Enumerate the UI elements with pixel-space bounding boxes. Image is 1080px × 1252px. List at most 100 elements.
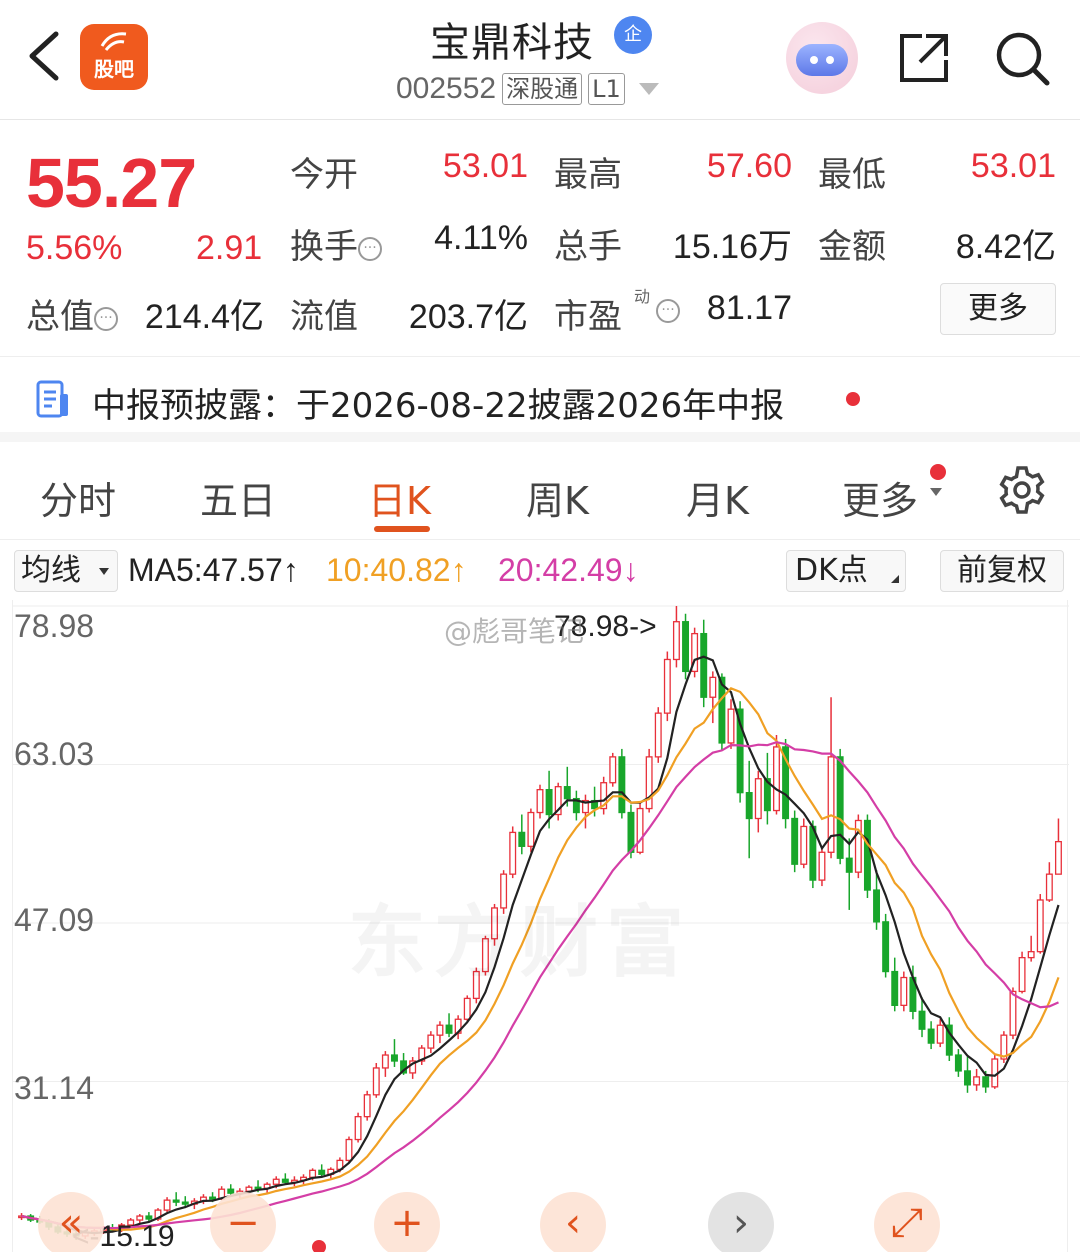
guba-button[interactable]: 股吧 bbox=[80, 24, 148, 90]
fullscreen-button[interactable]: ⤢ bbox=[874, 1192, 940, 1252]
dk-point-button[interactable]: DK点 bbox=[786, 550, 906, 592]
info-icon[interactable]: ··· bbox=[656, 299, 680, 323]
tag-level[interactable]: L1 bbox=[588, 73, 625, 105]
disclosure-bar[interactable]: 中报预披露：于2026-08-22披露2026年中报 bbox=[0, 358, 1080, 442]
volume-value: 15.16万 bbox=[672, 228, 792, 266]
candle bbox=[900, 971, 908, 1012]
scroll-start-button[interactable]: « bbox=[38, 1192, 104, 1252]
candle bbox=[527, 808, 535, 853]
candle bbox=[290, 1176, 298, 1187]
low-label: 最低 bbox=[818, 155, 886, 195]
corner-caret-icon bbox=[891, 575, 899, 583]
indicator-row: 均线 MA5:47.57↑ 10:40.82↑ 20:42.49↓ DK点 前复… bbox=[0, 548, 1080, 598]
unread-dot bbox=[846, 392, 860, 406]
candle bbox=[782, 738, 790, 829]
candle-body bbox=[891, 970, 899, 1006]
candle bbox=[600, 776, 608, 815]
gear-icon[interactable] bbox=[996, 464, 1048, 516]
back-arrow-icon[interactable] bbox=[24, 30, 64, 82]
candle bbox=[818, 846, 826, 887]
adjust-button[interactable]: 前复权 bbox=[940, 550, 1064, 592]
candle-body bbox=[527, 811, 535, 847]
high-label: 最高 bbox=[554, 155, 622, 195]
candle-body bbox=[927, 1028, 935, 1044]
zoom-out-button[interactable]: − bbox=[210, 1192, 276, 1252]
candle bbox=[827, 697, 835, 859]
candle bbox=[945, 1017, 953, 1062]
candle-body bbox=[181, 1201, 189, 1205]
y-tick-label: 78.98 bbox=[14, 608, 95, 644]
candle-body bbox=[727, 708, 735, 744]
candle bbox=[691, 627, 699, 678]
candle bbox=[518, 814, 526, 855]
candle-body bbox=[509, 831, 517, 875]
candle bbox=[1000, 1031, 1008, 1063]
candle bbox=[863, 814, 871, 899]
tab-intraday[interactable]: 分时 bbox=[40, 470, 116, 525]
volume-label: 总手 bbox=[554, 227, 622, 267]
document-icon bbox=[36, 380, 68, 418]
ma-selector[interactable]: 均线 bbox=[14, 550, 118, 592]
active-tab-indicator bbox=[374, 526, 430, 532]
candle bbox=[709, 671, 717, 724]
enterprise-badge[interactable]: 企 bbox=[614, 16, 652, 54]
info-icon[interactable]: ··· bbox=[358, 236, 382, 261]
candle bbox=[964, 1057, 971, 1093]
candle-body bbox=[445, 1024, 453, 1034]
move-left-button[interactable]: ‹ bbox=[540, 1192, 606, 1252]
zoom-in-button[interactable]: + bbox=[374, 1192, 440, 1252]
move-right-button[interactable]: › bbox=[708, 1192, 774, 1252]
candle-body bbox=[145, 1215, 153, 1220]
candle-body bbox=[518, 831, 526, 847]
candle-body bbox=[1036, 899, 1044, 953]
candle bbox=[954, 1049, 962, 1077]
candle bbox=[672, 606, 680, 668]
candle bbox=[436, 1021, 444, 1044]
total-mv-label: 总值 ··· bbox=[26, 289, 118, 338]
tab-more[interactable]: 更多 bbox=[842, 470, 918, 525]
candle bbox=[845, 838, 853, 910]
more-quote-button[interactable]: 更多 bbox=[940, 283, 1056, 335]
ai-assistant-icon[interactable] bbox=[786, 22, 858, 94]
tab-more-dot bbox=[930, 464, 946, 480]
candle bbox=[354, 1112, 362, 1143]
candle-body bbox=[845, 857, 853, 873]
candle bbox=[372, 1062, 380, 1098]
level-dropdown-icon[interactable] bbox=[638, 83, 659, 95]
disclosure-text: 中报预披露：于2026-08-22披露2026年中报 bbox=[92, 386, 785, 426]
candle bbox=[618, 748, 626, 819]
info-icon[interactable]: ··· bbox=[94, 306, 118, 331]
ma5-value: MA5:47.57↑ bbox=[128, 552, 299, 588]
candle-body bbox=[627, 811, 635, 853]
tab-monthly-k[interactable]: 月K bbox=[686, 470, 749, 525]
robot-eye bbox=[826, 56, 834, 64]
stock-header: 股吧 宝鼎科技 企 002552 深股通 L1 bbox=[0, 0, 1080, 120]
tab-five-day[interactable]: 五日 bbox=[200, 470, 276, 525]
candle-body bbox=[545, 789, 553, 816]
candle-body bbox=[1018, 956, 1026, 993]
candle-body bbox=[773, 746, 780, 812]
turnover-label: 换手 ··· bbox=[290, 219, 382, 268]
candle bbox=[700, 619, 708, 708]
search-icon[interactable] bbox=[994, 30, 1050, 86]
candle-body bbox=[636, 807, 644, 853]
candle bbox=[1018, 951, 1026, 994]
y-tick-label: 47.09 bbox=[14, 902, 95, 938]
candle-body bbox=[654, 712, 662, 758]
robot-face bbox=[796, 44, 848, 76]
tab-weekly-k[interactable]: 周K bbox=[526, 470, 589, 525]
candle-body bbox=[936, 1024, 944, 1044]
candle bbox=[390, 1039, 398, 1067]
candle bbox=[973, 1068, 981, 1091]
share-icon[interactable] bbox=[896, 30, 952, 86]
candle-body bbox=[390, 1054, 398, 1062]
amount-value: 8.42亿 bbox=[955, 228, 1056, 266]
candle-body bbox=[836, 756, 844, 859]
candle-body bbox=[172, 1199, 180, 1203]
tab-daily-k[interactable]: 日K bbox=[368, 470, 431, 525]
candle-body bbox=[982, 1076, 990, 1088]
current-price: 55.27 bbox=[26, 144, 197, 222]
robot-eye bbox=[810, 56, 818, 64]
candle bbox=[727, 699, 735, 749]
candle-body bbox=[363, 1094, 371, 1118]
